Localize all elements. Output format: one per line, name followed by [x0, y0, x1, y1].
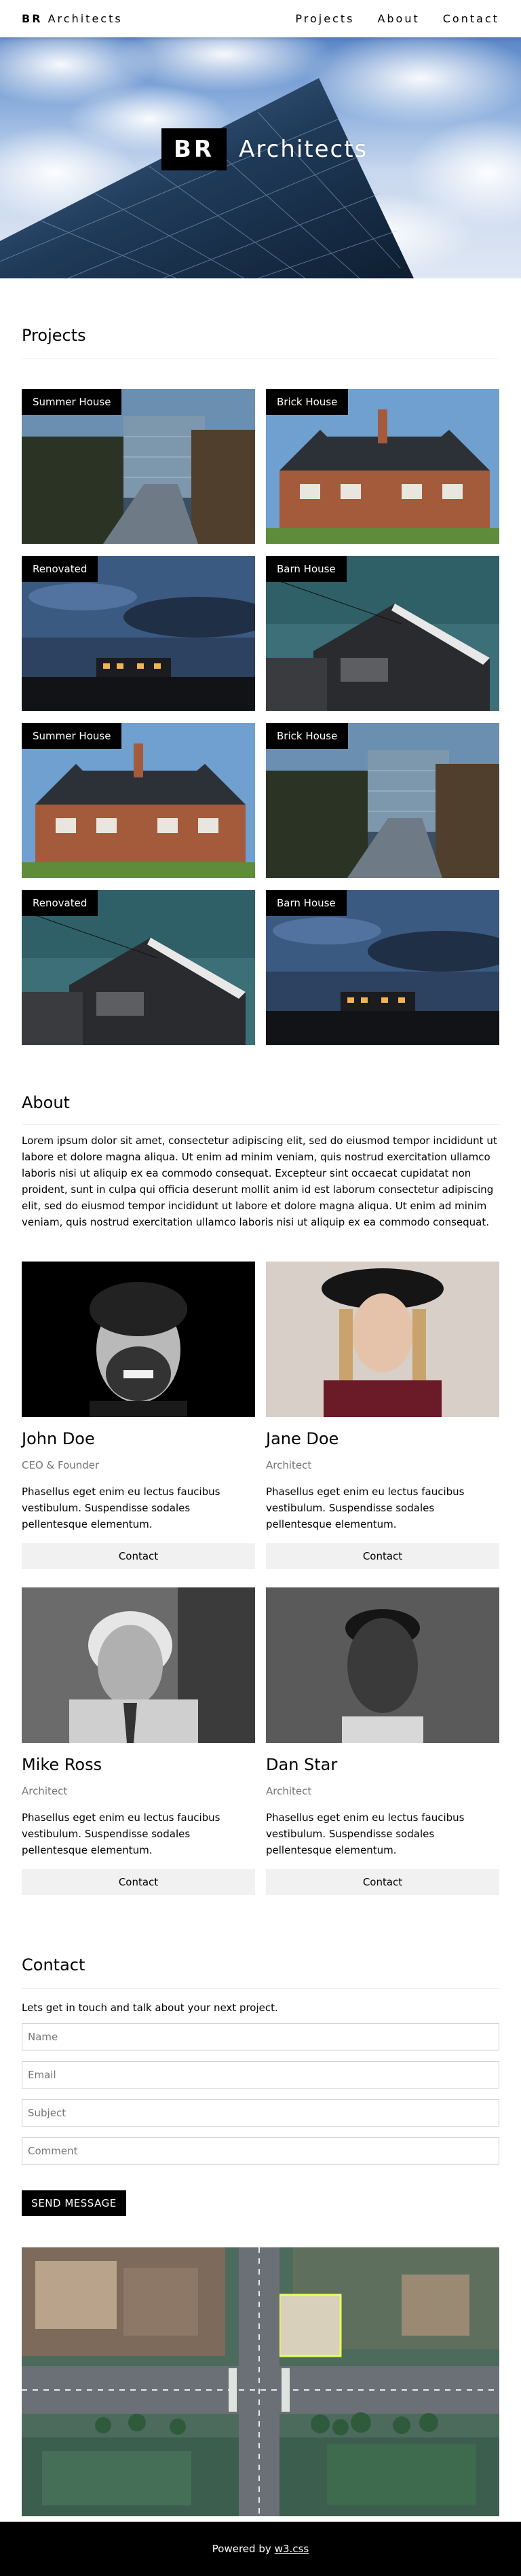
contact-heading: Contact	[22, 1955, 85, 1974]
email-input[interactable]	[22, 2061, 499, 2089]
team-member-photo	[22, 1262, 255, 1417]
comment-input[interactable]	[22, 2137, 499, 2165]
project-card[interactable]: Barn House	[266, 556, 499, 711]
project-label: Renovated	[22, 890, 98, 916]
team-member-role: Architect	[266, 1459, 312, 1471]
projects-divider	[22, 358, 499, 359]
team-member-bio: Phasellus eget enim eu lectus faucibus v…	[22, 1811, 220, 1856]
team-member-name: John Doe	[22, 1429, 95, 1448]
about-heading: About	[22, 1093, 70, 1112]
hero-banner: BR Architects	[0, 37, 521, 278]
nav-links: Projects About Contact	[295, 12, 499, 25]
team-member-photo	[266, 1587, 499, 1743]
project-label: Brick House	[266, 389, 349, 415]
brand-name: Architects	[47, 12, 123, 25]
footer: Powered by w3.css	[0, 2522, 521, 2576]
project-card[interactable]: Summer House	[22, 389, 255, 544]
team-member-name: Mike Ross	[22, 1755, 102, 1774]
projects-heading: Projects	[22, 326, 86, 345]
project-card[interactable]: Brick House	[266, 389, 499, 544]
name-input[interactable]	[22, 2023, 499, 2050]
team-member-photo	[22, 1587, 255, 1743]
team-member-contact-button[interactable]: Contact	[266, 1869, 499, 1895]
project-label: Barn House	[266, 556, 347, 582]
contact-lead-text: Lets get in touch and talk about your ne…	[22, 2002, 278, 2014]
team-member-role: CEO & Founder	[22, 1459, 100, 1471]
project-card[interactable]: Brick House	[266, 723, 499, 878]
project-card[interactable]: Renovated	[22, 556, 255, 711]
top-navigation-bar: BR Architects Projects About Contact	[0, 0, 521, 37]
team-member-name: Jane Doe	[266, 1429, 339, 1448]
hero-badge: BR	[161, 128, 227, 170]
footer-text: Powered by	[212, 2543, 271, 2555]
about-divider	[22, 1124, 499, 1125]
nav-link-about[interactable]: About	[377, 12, 419, 25]
brand-bold: BR	[22, 12, 43, 25]
nav-link-projects[interactable]: Projects	[295, 12, 354, 25]
hero-title: BR Architects	[161, 128, 368, 170]
team-member-contact-button[interactable]: Contact	[22, 1869, 255, 1895]
project-label: Renovated	[22, 556, 98, 582]
team-member-card: Mike Ross Architect Phasellus eget enim eu…	[22, 1587, 255, 1895]
team-member-bio: Phasellus eget enim eu lectus faucibus v…	[266, 1486, 465, 1530]
team-member-contact-button[interactable]: Contact	[22, 1543, 255, 1569]
team-member-card: John Doe CEO & Founder Phasellus eget enim…	[22, 1262, 255, 1569]
project-card[interactable]: Renovated	[22, 890, 255, 1045]
footer-w3css-link[interactable]: w3.css	[275, 2543, 309, 2555]
project-card[interactable]: Barn House	[266, 890, 499, 1045]
team-member-contact-button[interactable]: Contact	[266, 1543, 499, 1569]
about-text: Lorem ipsum dolor sit amet, consectetur …	[22, 1135, 497, 1228]
nav-link-contact[interactable]: Contact	[443, 12, 499, 25]
city-map-image	[22, 2247, 499, 2516]
team-member-name: Dan Star	[266, 1755, 338, 1774]
team-member-role: Architect	[266, 1785, 312, 1797]
project-label: Summer House	[22, 389, 122, 415]
brand-logo-link[interactable]: BR Architects	[22, 12, 123, 25]
project-label: Summer House	[22, 723, 122, 749]
project-label: Brick House	[266, 723, 349, 749]
send-message-button[interactable]: SEND MESSAGE	[22, 2190, 126, 2216]
project-card[interactable]: Summer House	[22, 723, 255, 878]
hero-heading: Architects	[239, 136, 368, 163]
contact-divider	[22, 1988, 499, 1989]
team-member-bio: Phasellus eget enim eu lectus faucibus v…	[266, 1811, 465, 1856]
team-member-card: Dan Star Architect Phasellus eget enim eu …	[266, 1587, 499, 1895]
team-member-card: Jane Doe Architect Phasellus eget enim eu …	[266, 1262, 499, 1569]
team-member-role: Architect	[22, 1785, 68, 1797]
project-label: Barn House	[266, 890, 347, 916]
team-member-bio: Phasellus eget enim eu lectus faucibus v…	[22, 1486, 220, 1530]
team-member-photo	[266, 1262, 499, 1417]
subject-input[interactable]	[22, 2099, 499, 2127]
